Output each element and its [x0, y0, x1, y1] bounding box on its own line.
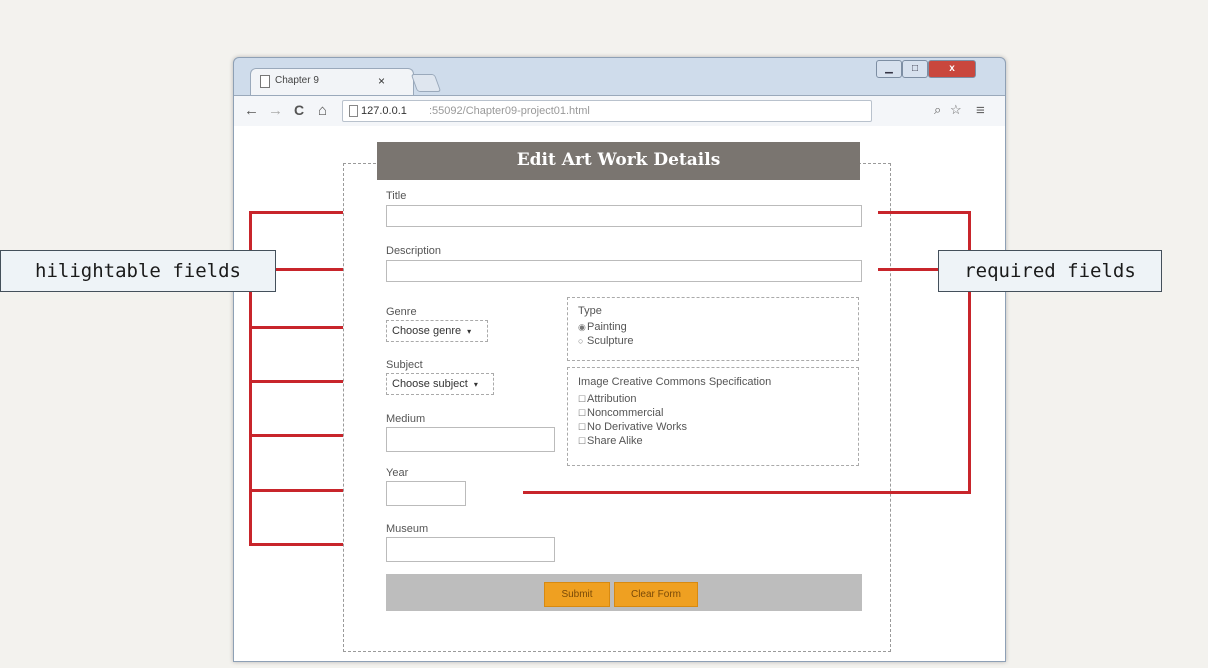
- checkbox-icon[interactable]: ☐: [578, 434, 587, 448]
- cc-fieldset: Image Creative Commons Specification ☐At…: [567, 367, 859, 466]
- checkbox-icon[interactable]: ☐: [578, 420, 587, 434]
- menu-icon[interactable]: ≡: [976, 102, 985, 119]
- genre-select[interactable]: Choose genre ▾: [386, 320, 488, 342]
- medium-input[interactable]: [386, 427, 555, 452]
- cc-option-share-alike[interactable]: ☐Share Alike: [578, 434, 687, 448]
- cc-legend: Image Creative Commons Specification: [578, 376, 772, 388]
- back-icon[interactable]: ←: [244, 102, 259, 119]
- radio-icon[interactable]: ○: [578, 334, 587, 348]
- maximize-button[interactable]: □: [902, 60, 928, 78]
- browser-toolbar: ← → C ⌂ 127.0.0.1 :55092/Chapter09-proje…: [234, 95, 1005, 127]
- connector-year: [249, 489, 343, 492]
- genre-selected: Choose genre: [392, 325, 462, 337]
- option-label: Share Alike: [587, 435, 643, 447]
- clear-form-button[interactable]: Clear Form: [614, 582, 698, 607]
- type-option-painting[interactable]: ◉Painting: [578, 320, 633, 334]
- title-input[interactable]: [386, 205, 862, 227]
- checkbox-icon[interactable]: ☐: [578, 392, 587, 406]
- type-options: ◉Painting ○ Sculpture: [578, 320, 633, 348]
- address-bar[interactable]: 127.0.0.1 :55092/Chapter09-project01.htm…: [342, 100, 872, 122]
- search-icon[interactable]: ⌕: [934, 102, 941, 118]
- cc-option-no-derivative[interactable]: ☐No Derivative Works: [578, 420, 687, 434]
- connector-description: [276, 268, 343, 271]
- reload-icon[interactable]: C: [294, 102, 304, 118]
- connector-required-title: [878, 211, 971, 214]
- option-label: Sculpture: [587, 335, 634, 347]
- checkbox-icon[interactable]: ☐: [578, 406, 587, 420]
- connector-title: [249, 211, 343, 214]
- connector-museum: [249, 543, 343, 546]
- description-label: Description: [386, 245, 442, 257]
- window-close-button[interactable]: x: [928, 60, 976, 78]
- option-label: Attribution: [587, 393, 637, 405]
- cc-option-noncommercial[interactable]: ☐Noncommercial: [578, 406, 687, 420]
- connector-genre: [249, 326, 343, 329]
- submit-button[interactable]: Submit: [544, 582, 610, 607]
- browser-tab[interactable]: Chapter 9 ×: [250, 68, 414, 95]
- subject-selected: Choose subject: [392, 378, 468, 390]
- subject-select[interactable]: Choose subject ▾: [386, 373, 494, 395]
- chevron-down-icon: ▾: [467, 327, 472, 336]
- callout-required: required fields: [938, 250, 1162, 292]
- button-bar: Submit Clear Form: [386, 574, 862, 611]
- chevron-down-icon: ▾: [473, 380, 478, 389]
- forward-icon[interactable]: →: [268, 102, 283, 119]
- star-icon[interactable]: ☆: [950, 102, 962, 118]
- year-label: Year: [386, 467, 409, 479]
- description-input[interactable]: [386, 260, 862, 282]
- url-path: :55092/Chapter09-project01.html: [429, 105, 590, 117]
- connector-medium: [249, 434, 343, 437]
- new-tab-button[interactable]: [410, 74, 442, 92]
- page-icon: [349, 105, 358, 117]
- page-icon: [260, 75, 270, 88]
- home-icon[interactable]: ⌂: [318, 102, 327, 119]
- genre-label: Genre: [386, 306, 417, 318]
- option-label: Painting: [587, 321, 627, 333]
- year-input[interactable]: [386, 481, 466, 506]
- type-fieldset: Type ◉Painting ○ Sculpture: [567, 297, 859, 361]
- connector-required-year: [523, 491, 971, 494]
- type-legend: Type: [578, 305, 602, 317]
- museum-input[interactable]: [386, 537, 555, 562]
- url-host: 127.0.0.1: [361, 105, 407, 117]
- subject-label: Subject: [386, 359, 423, 371]
- cc-option-attribution[interactable]: ☐Attribution: [578, 392, 687, 406]
- close-icon[interactable]: ×: [378, 74, 385, 88]
- radio-checked-icon[interactable]: ◉: [578, 320, 587, 334]
- connector-required-description: [878, 268, 938, 271]
- form-title: Edit Art Work Details: [377, 142, 860, 180]
- cc-options: ☐Attribution ☐Noncommercial ☐No Derivati…: [578, 392, 687, 448]
- title-label: Title: [386, 190, 407, 202]
- medium-label: Medium: [386, 413, 426, 425]
- connector-subject: [249, 380, 343, 383]
- tab-title: Chapter 9: [275, 75, 319, 86]
- type-option-sculpture[interactable]: ○ Sculpture: [578, 334, 633, 348]
- option-label: Noncommercial: [587, 407, 664, 419]
- callout-hilightable: hilightable fields: [0, 250, 276, 292]
- minimize-button[interactable]: ▁: [876, 60, 902, 78]
- museum-label: Museum: [386, 523, 429, 535]
- option-label: No Derivative Works: [587, 421, 688, 433]
